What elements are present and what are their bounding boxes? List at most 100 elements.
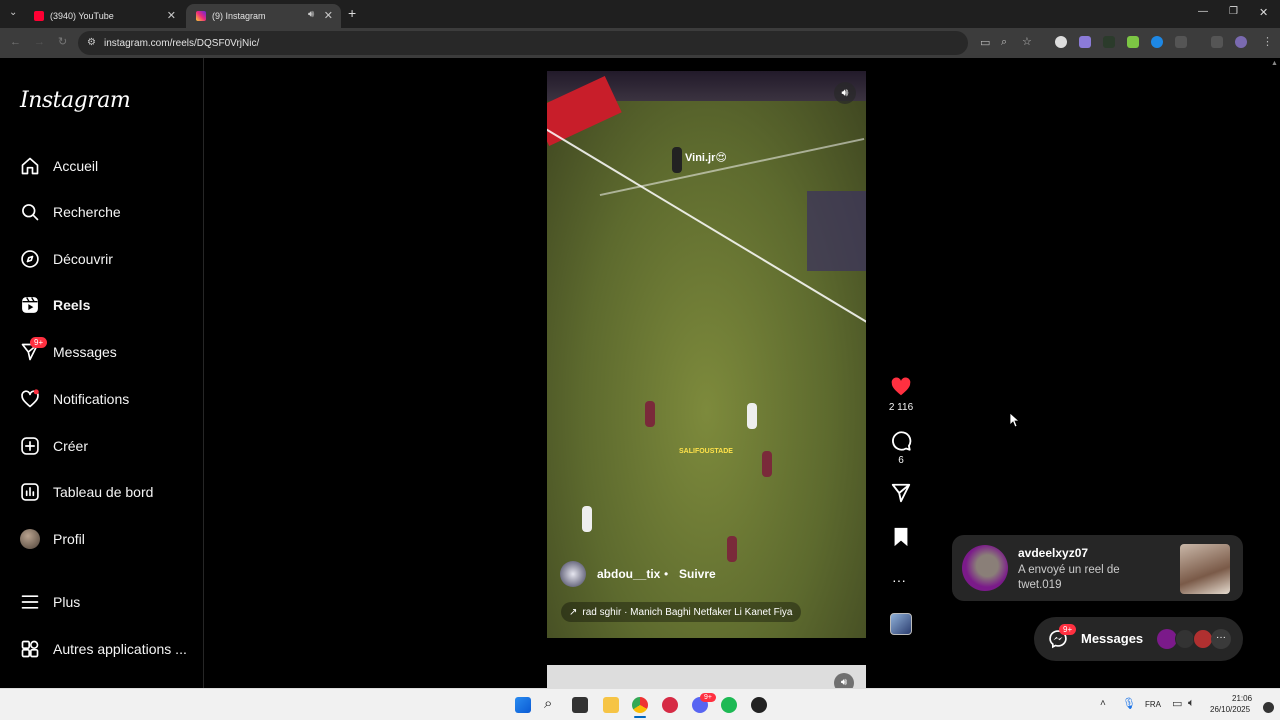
comment-icon[interactable] xyxy=(890,430,912,452)
sidebar-item-reels[interactable]: Reels xyxy=(0,285,204,325)
instagram-logo[interactable]: Instagram xyxy=(20,88,131,113)
sidebar-item-accueil[interactable]: Accueil xyxy=(0,146,204,186)
save-bookmark-icon[interactable] xyxy=(890,526,912,548)
more-options-icon[interactable]: ··· xyxy=(892,572,906,588)
scrollbar-up-arrow[interactable]: ▲ xyxy=(1271,60,1278,67)
chrome-icon[interactable] xyxy=(632,697,648,713)
microphone-icon[interactable]: 🎙︎ xyxy=(1122,697,1136,710)
extension-icon[interactable] xyxy=(1151,36,1163,48)
sidebar-item-plus[interactable]: Plus xyxy=(0,582,204,622)
audio-thumbnail[interactable] xyxy=(890,613,912,635)
instagram-sidebar: Instagram Accueil Recherche Découvrir Re… xyxy=(0,58,204,688)
message-notification-toast[interactable]: avdeelxyz07 A envoyé un reel de twet.019 xyxy=(952,535,1243,601)
extensions-puzzle-icon[interactable] xyxy=(1175,36,1187,48)
more-icon: ··· xyxy=(1211,629,1231,649)
extension-icon[interactable] xyxy=(1055,36,1067,48)
bookmark-star-icon[interactable]: ☆ xyxy=(1022,35,1032,48)
clock-date[interactable]: 26/10/2025 xyxy=(1210,705,1250,714)
task-view-icon[interactable] xyxy=(572,697,588,713)
search-icon[interactable]: ⌕ xyxy=(544,695,552,712)
messages-floating-button[interactable]: 9+ Messages ··· xyxy=(1034,617,1243,661)
tab-youtube[interactable]: (3940) YouTube ✕ xyxy=(24,4,184,28)
notification-center-icon[interactable] xyxy=(1263,702,1274,713)
avatar xyxy=(20,529,40,549)
maximize-icon[interactable]: ❐ xyxy=(1229,6,1238,17)
extension-icon[interactable] xyxy=(1103,36,1115,48)
windows-start-icon[interactable] xyxy=(515,697,531,713)
search-icon xyxy=(22,204,39,221)
audio-arrow-icon: ↗ xyxy=(569,606,578,618)
mute-button[interactable]: 🔊︎ xyxy=(834,82,856,104)
file-explorer-icon[interactable] xyxy=(603,697,619,713)
chevron-up-icon[interactable]: ˄ xyxy=(1100,698,1106,709)
sidebar-item-label: Notifications xyxy=(53,391,130,407)
sidebar-item-recherche[interactable]: Recherche xyxy=(0,192,204,232)
address-bar[interactable]: ⚙︎ instagram.com/reels/DQSF0VrjNic/ xyxy=(78,31,968,55)
sidebar-item-label: Tableau de bord xyxy=(53,484,154,500)
extension-icon[interactable] xyxy=(1127,36,1139,48)
install-app-icon[interactable]: ▭ xyxy=(980,36,990,49)
watermark: SALIFOUSTADE xyxy=(679,448,733,455)
reel-thumbnail xyxy=(1180,544,1230,594)
close-window-icon[interactable]: ✕ xyxy=(1259,6,1268,19)
compass-icon xyxy=(21,250,39,268)
reading-list-icon[interactable] xyxy=(1211,36,1223,48)
dark-area xyxy=(807,191,866,271)
coach xyxy=(672,147,682,173)
sidebar-item-creer[interactable]: Créer xyxy=(0,426,204,466)
comment-count[interactable]: 6 xyxy=(880,455,922,466)
tab-list-chevron-icon[interactable]: ⌄ xyxy=(9,7,17,18)
windows-taskbar: ⌕ 9+ ˄ 🎙︎ FRA ▭ 🔈︎ 21:06 26/10/2025 xyxy=(0,688,1280,720)
sender-name: avdeelxyz07 xyxy=(1018,546,1089,560)
extension-icon[interactable] xyxy=(1079,36,1091,48)
like-heart-icon[interactable] xyxy=(890,376,912,398)
app-icon[interactable] xyxy=(751,697,767,713)
audio-playing-icon[interactable]: 🔊︎ xyxy=(308,9,314,20)
reel-overlay-text: Vini.jr😍 xyxy=(685,152,727,164)
apps-icon xyxy=(21,640,39,658)
new-tab-button[interactable]: + xyxy=(348,5,356,21)
mouse-cursor xyxy=(1010,413,1020,428)
reel-video[interactable]: Vini.jr😍 SALIFOUSTADE 🔊︎ abdou__tix • Su… xyxy=(547,71,866,638)
audio-pill[interactable]: ↗ rad sghir · Manich Baghi Netfaker Li K… xyxy=(561,602,801,622)
tab-instagram[interactable]: (9) Instagram 🔊︎ ✕ xyxy=(186,4,341,28)
follow-button[interactable]: Suivre xyxy=(679,567,716,581)
network-icon[interactable]: ▭ xyxy=(1172,697,1182,710)
sidebar-item-tableau-de-bord[interactable]: Tableau de bord xyxy=(0,472,204,512)
author-username[interactable]: abdou__tix xyxy=(597,567,660,581)
avatar xyxy=(1157,629,1177,649)
volume-icon[interactable]: 🔈︎ xyxy=(1188,697,1195,710)
forward-icon[interactable]: → xyxy=(34,36,45,48)
sidebar-item-autres-applications[interactable]: Autres applications ... xyxy=(0,629,204,669)
close-tab-icon[interactable]: ✕ xyxy=(324,9,333,22)
sidebar-item-label: Accueil xyxy=(53,158,99,174)
close-tab-icon[interactable]: ✕ xyxy=(167,9,176,22)
app-icon[interactable] xyxy=(662,697,678,713)
sidebar-item-decouvrir[interactable]: Découvrir xyxy=(0,239,204,279)
share-icon[interactable] xyxy=(890,482,912,504)
minimize-icon[interactable]: — xyxy=(1198,6,1208,17)
site-info-icon[interactable]: ⚙︎ xyxy=(87,37,96,48)
avatar xyxy=(1193,629,1213,649)
back-icon[interactable]: ← xyxy=(10,36,21,48)
clock-time[interactable]: 21:06 xyxy=(1232,694,1252,703)
notification-text: twet.019 xyxy=(1018,579,1062,591)
spotify-icon[interactable] xyxy=(721,697,737,713)
zoom-icon[interactable]: ⌕ xyxy=(1001,36,1007,49)
active-app-indicator xyxy=(634,716,646,718)
youtube-icon xyxy=(34,11,44,21)
sidebar-item-messages[interactable]: 9+ Messages xyxy=(0,332,204,372)
like-count[interactable]: 2 116 xyxy=(880,402,922,413)
notification-text: A envoyé un reel de xyxy=(1018,564,1120,576)
menu-icon xyxy=(21,595,39,609)
sidebar-item-notifications[interactable]: Notifications xyxy=(0,379,204,419)
pitch-line xyxy=(599,137,865,197)
author-avatar[interactable] xyxy=(560,561,586,587)
profile-avatar[interactable] xyxy=(1235,36,1247,48)
player xyxy=(645,401,655,427)
sidebar-item-label: Découvrir xyxy=(53,251,113,267)
menu-kebab-icon[interactable]: ⋮ xyxy=(1262,35,1273,48)
reload-icon[interactable]: ↻ xyxy=(58,35,67,48)
language-indicator[interactable]: FRA xyxy=(1145,700,1161,709)
sidebar-item-profil[interactable]: Profil xyxy=(0,519,204,559)
